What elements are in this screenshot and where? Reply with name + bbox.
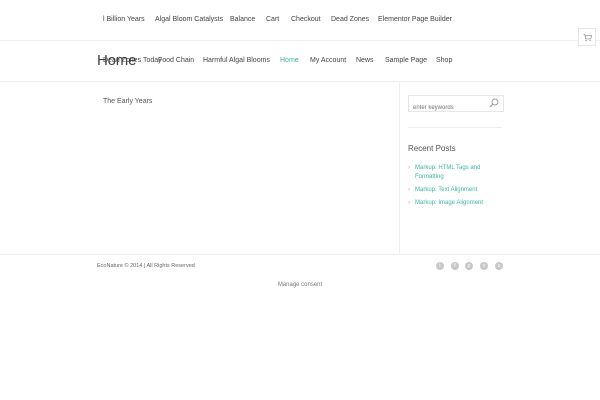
recent-posts-list: › Markup: HTML Tags and Formatting › Mar… bbox=[408, 164, 502, 212]
sidebar-divider bbox=[408, 127, 502, 128]
main-content: The Early Years bbox=[0, 82, 400, 254]
top-nav-item-dead-zones[interactable]: Dead Zones bbox=[331, 16, 369, 23]
site-header: Dead Zones Today Home Food Chain Harmful… bbox=[0, 41, 600, 82]
recent-post-title[interactable]: Markup: Image Alignment bbox=[415, 200, 483, 206]
recent-post-title[interactable]: Markup: HTML Tags and Formatting bbox=[415, 165, 480, 180]
top-nav-item-checkout[interactable]: Checkout bbox=[291, 16, 321, 23]
pinterest-icon[interactable]: p bbox=[465, 262, 473, 270]
chevron-right-icon: › bbox=[408, 165, 410, 171]
manage-consent-link[interactable]: Manage consent bbox=[0, 282, 600, 288]
recent-post-title[interactable]: Markup: Text Alignment bbox=[415, 187, 477, 193]
chevron-right-icon: › bbox=[408, 200, 410, 206]
early-years-link[interactable]: The Early Years bbox=[103, 98, 152, 105]
recent-post-item[interactable]: › Markup: HTML Tags and Formatting bbox=[408, 164, 502, 182]
page-title: Home bbox=[97, 52, 137, 69]
top-nav-item-algal-bloom-catalysts[interactable]: Algal Bloom Catalysts bbox=[155, 16, 223, 23]
menu-item-news[interactable]: News bbox=[356, 57, 374, 64]
search-box bbox=[408, 95, 504, 115]
search-icon[interactable] bbox=[489, 98, 499, 108]
twitter-icon[interactable]: t bbox=[436, 262, 444, 270]
recent-post-item[interactable]: › Markup: Image Alignment bbox=[408, 199, 502, 208]
top-nav-item-elementor-page-builder[interactable]: Elementor Page Builder bbox=[378, 16, 452, 23]
menu-item-my-account[interactable]: My Account bbox=[310, 57, 346, 64]
top-nav-item-cart[interactable]: Cart bbox=[266, 16, 279, 23]
chevron-right-icon: › bbox=[408, 187, 410, 193]
menu-item-shop[interactable]: Shop bbox=[436, 57, 452, 64]
top-navigation: l Billion Years Algal Bloom Catalysts Ba… bbox=[0, 0, 600, 41]
menu-item-harmful-algal-blooms[interactable]: Harmful Algal Blooms bbox=[203, 57, 270, 64]
recent-posts-title: Recent Posts bbox=[408, 144, 456, 153]
footer-divider bbox=[0, 254, 600, 255]
facebook-icon[interactable]: f bbox=[451, 262, 459, 270]
vimeo-icon[interactable]: v bbox=[480, 262, 488, 270]
menu-item-food-chain[interactable]: Food Chain bbox=[158, 57, 194, 64]
copyright-text: EcoNature © 2014 | All Rights Reserved bbox=[97, 263, 195, 269]
menu-item-home[interactable]: Home bbox=[280, 57, 299, 64]
skype-icon[interactable]: s bbox=[495, 262, 503, 270]
menu-item-sample-page[interactable]: Sample Page bbox=[385, 57, 427, 64]
top-nav-item-balance[interactable]: Balance bbox=[230, 16, 255, 23]
recent-post-item[interactable]: › Markup: Text Alignment bbox=[408, 186, 502, 195]
top-nav-item-billion-years[interactable]: l Billion Years bbox=[103, 16, 145, 23]
search-input[interactable] bbox=[409, 101, 485, 115]
